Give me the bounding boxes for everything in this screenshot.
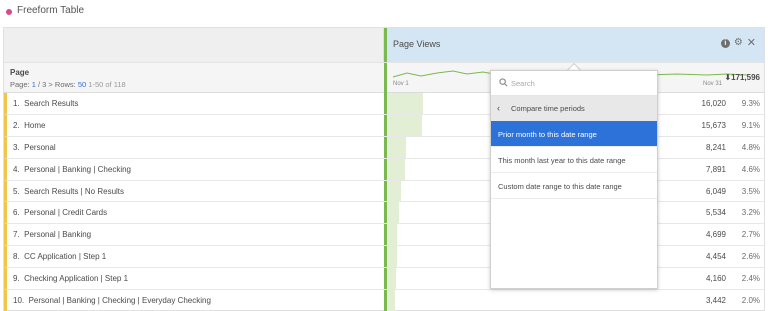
row-value: 7,891: [705, 164, 726, 174]
row-value: 4,699: [705, 230, 726, 240]
page-current[interactable]: 1: [32, 80, 36, 89]
row-label-text: Personal | Banking | Checking: [24, 164, 132, 174]
row-label-text: Checking Application | Step 1: [24, 274, 129, 284]
popup-back-button[interactable]: ‹ Compare time periods: [491, 96, 657, 121]
row-label[interactable]: 10. Personal | Banking | Checking | Ever…: [13, 296, 211, 305]
metric-header-label: Page Views: [393, 39, 441, 49]
row-value-bar: [387, 246, 398, 268]
popup-search-input[interactable]: [511, 76, 651, 90]
row-value-bar: [387, 224, 398, 246]
row-value: 3,442: [705, 296, 726, 306]
dimension-title[interactable]: Page: [10, 68, 29, 77]
rows-range: 1-50 of 118: [88, 80, 126, 89]
row-label-text: Search Results: [24, 99, 79, 108]
popup-back-label: Compare time periods: [511, 104, 585, 113]
chevron-left-icon: ‹: [497, 103, 500, 113]
row-label-text: Personal | Banking | Checking | Everyday…: [28, 296, 211, 306]
row-rank: 10.: [13, 296, 25, 306]
metric-header-icons: i ⚙ ✕: [720, 38, 756, 49]
row-rank: 6.: [13, 208, 20, 218]
metric-total-value: 171,596: [731, 73, 760, 82]
row-label[interactable]: 4. Personal | Banking | Checking: [13, 165, 131, 174]
row-value: 8,241: [705, 142, 726, 152]
row-rank: 2.: [13, 120, 20, 130]
pager-prefix: Page:: [10, 80, 30, 89]
row-percent: 3.2%: [741, 208, 760, 218]
row-percent: 4.8%: [741, 142, 760, 152]
panel-header: Freeform Table: [0, 0, 768, 26]
row-label[interactable]: 1. Search Results: [13, 99, 78, 108]
row-rank: 3.: [13, 142, 20, 152]
metric-total[interactable]: ⬇171,596: [724, 73, 760, 82]
popup-option-last-year[interactable]: This month last year to this date range: [491, 147, 657, 173]
row-percent: 2.7%: [741, 230, 760, 240]
row-label[interactable]: 3. Personal: [13, 143, 56, 152]
table-header: Page Views i ⚙ ✕: [4, 28, 764, 62]
row-value-bar: [387, 136, 406, 158]
row-value-bar: [387, 202, 400, 224]
rows-per-page-select[interactable]: 50: [78, 80, 86, 89]
info-icon[interactable]: i: [720, 38, 730, 48]
row-rank: 8.: [13, 252, 20, 262]
row-label[interactable]: 7. Personal | Banking: [13, 230, 91, 239]
row-label-text: Home: [24, 120, 46, 130]
row-value: 4,454: [705, 252, 726, 262]
row-label[interactable]: 2. Home: [13, 121, 45, 130]
pagination: Page: 1 / 3 > Rows: 50 1-50 of 118: [10, 80, 126, 89]
row-value-bar: [387, 114, 423, 136]
popup-option-prior-month[interactable]: Prior month to this date range: [491, 121, 657, 147]
row-value: 6,049: [705, 186, 726, 196]
row-label-text: Personal | Banking: [24, 230, 92, 240]
row-percent: 9.1%: [741, 120, 760, 130]
panel-status-dot: [6, 9, 12, 15]
row-percent: 4.6%: [741, 164, 760, 174]
table-row[interactable]: 10. Personal | Banking | Checking | Ever…: [4, 290, 764, 311]
row-rank: 9.: [13, 274, 20, 284]
row-label[interactable]: 9. Checking Application | Step 1: [13, 274, 128, 283]
gear-icon[interactable]: ⚙: [734, 38, 743, 48]
row-percent: 2.6%: [741, 252, 760, 262]
row-value-bar: [387, 180, 401, 202]
row-label-text: Search Results | No Results: [24, 186, 125, 196]
trend-start-label: Nov 1: [393, 81, 409, 87]
compare-popup: ‹ Compare time periods Prior month to th…: [490, 70, 658, 289]
metric-header[interactable]: Page Views i ⚙ ✕: [384, 28, 764, 62]
row-percent: 2.4%: [741, 274, 760, 284]
search-icon: [499, 78, 508, 87]
close-icon[interactable]: ✕: [747, 38, 756, 49]
row-rank: 4.: [13, 164, 20, 174]
popup-search: [491, 71, 657, 96]
row-label[interactable]: 8. CC Application | Step 1: [13, 252, 106, 261]
row-value: 16,020: [701, 99, 726, 108]
row-label[interactable]: 5. Search Results | No Results: [13, 187, 124, 196]
popup-option-label: Custom date range to this date range: [498, 182, 622, 191]
row-rank: 7.: [13, 230, 20, 240]
popup-option-custom-range[interactable]: Custom date range to this date range: [491, 173, 657, 199]
row-value: 4,160: [705, 274, 726, 284]
row-percent: 2.0%: [741, 296, 760, 306]
page-separator: /: [37, 80, 41, 89]
row-value: 5,534: [705, 208, 726, 218]
panel-title[interactable]: Freeform Table: [17, 5, 84, 16]
row-label[interactable]: 6. Personal | Credit Cards: [13, 208, 107, 217]
row-rank: 1.: [13, 99, 20, 108]
row-label-text: CC Application | Step 1: [24, 252, 107, 262]
row-value-bar: [387, 158, 405, 180]
row-label-text: Personal | Credit Cards: [24, 208, 108, 218]
rows-prefix: Rows:: [54, 80, 76, 89]
row-value-bar: [387, 290, 395, 311]
row-value: 15,673: [701, 120, 726, 130]
row-value-bar: [387, 93, 423, 114]
row-percent: 9.3%: [741, 99, 760, 108]
row-percent: 3.5%: [741, 186, 760, 196]
row-label-text: Personal: [24, 142, 56, 152]
popup-option-label: Prior month to this date range: [498, 130, 597, 139]
page-total: 3: [42, 80, 47, 89]
row-rank: 5.: [13, 186, 20, 196]
next-page-icon[interactable]: >: [48, 80, 52, 89]
trend-end-label: Nov 31: [703, 81, 723, 87]
row-value-bar: [387, 268, 397, 290]
dimension-header-blank: [4, 28, 384, 62]
popup-option-label: This month last year to this date range: [498, 156, 626, 165]
